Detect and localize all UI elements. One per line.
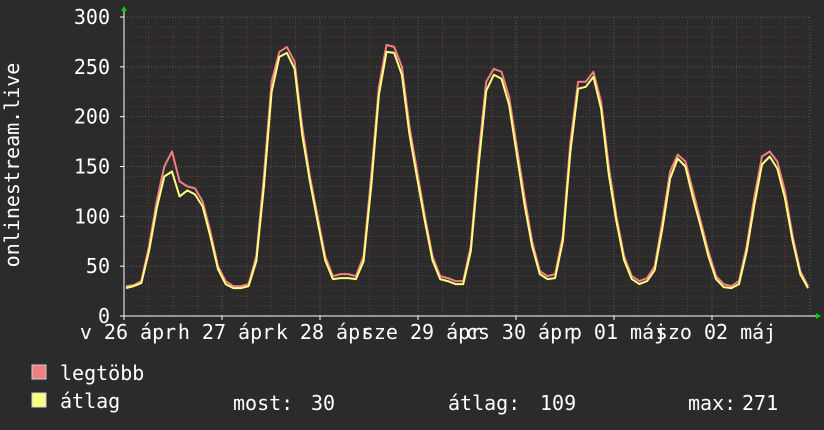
stats-row: most: 30 átlag: 109 max: 271 [233, 391, 778, 415]
legend-label-1: átlag [60, 389, 120, 413]
y-tick-label: 300 [74, 5, 110, 29]
x-tick-label: v 26 ápr [80, 320, 176, 344]
stat-now-value: 30 [311, 391, 335, 415]
x-tick-label: p 01 máj [570, 320, 666, 344]
y-tick-label: 50 [86, 254, 110, 278]
y-tick-label: 150 [74, 155, 110, 179]
stat-now-label: most: [233, 391, 293, 415]
x-tick-label: h 27 ápr [178, 320, 274, 344]
x-tick-label: cs 30 ápr [466, 320, 574, 344]
stat-max-value: 271 [742, 391, 778, 415]
y-axis-label: onlinestream.live [0, 63, 24, 268]
x-tick-label: k 28 ápr [276, 320, 372, 344]
stat-avg-label: átlag: [448, 391, 520, 415]
legend-swatch-0 [31, 364, 47, 380]
stat-max-label: max: [688, 391, 736, 415]
stat-avg-value: 109 [540, 391, 576, 415]
legend-swatch-1 [31, 392, 47, 408]
y-tick-label: 250 [74, 55, 110, 79]
y-tick-label: 100 [74, 204, 110, 228]
y-tick-label: 200 [74, 105, 110, 129]
chart: 050100150200250300v 26 ápr h 27 ápr k 28 á… [0, 0, 824, 430]
x-tick-label: szo 02 máj [656, 320, 776, 344]
legend-label-0: legtöbb [60, 361, 144, 385]
x-tick-label: sze 29 ápr [362, 320, 482, 344]
